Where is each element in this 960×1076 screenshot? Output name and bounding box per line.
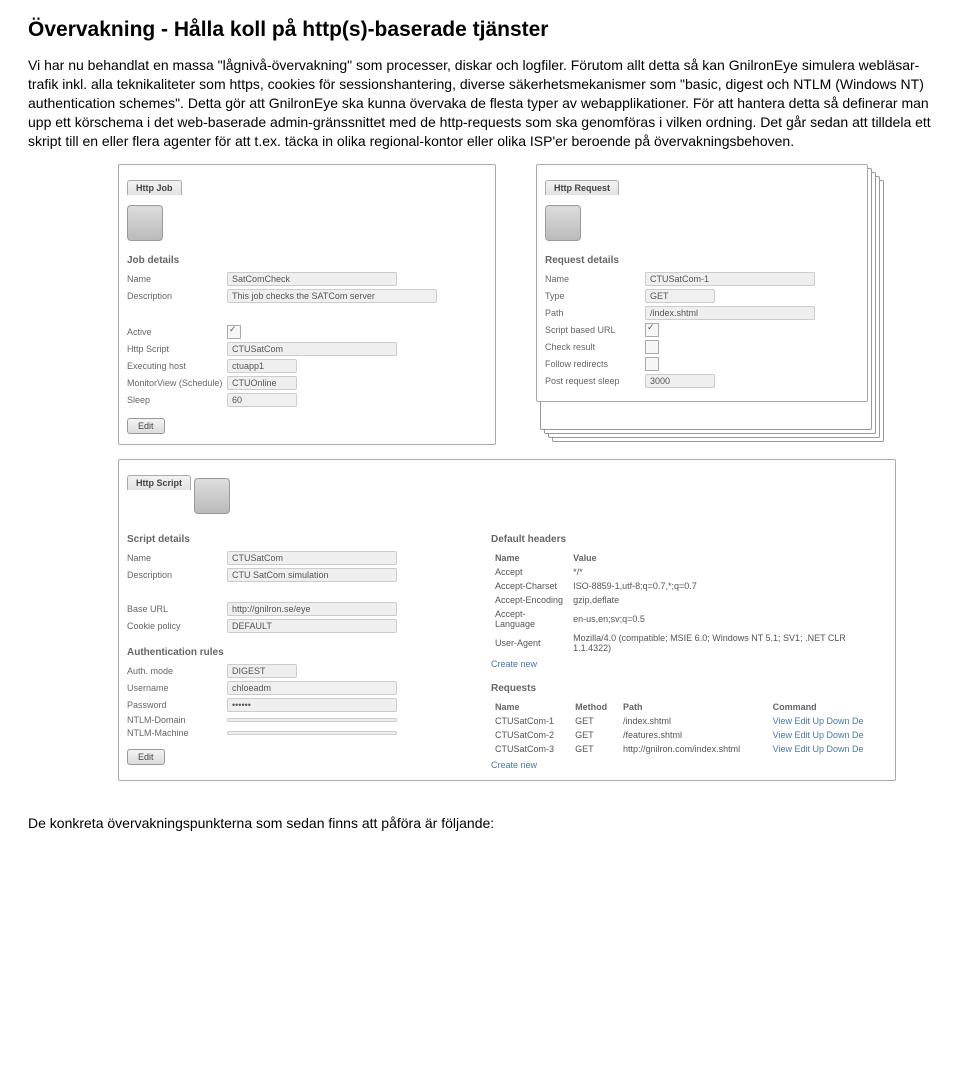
req-path-label: Path — [545, 308, 645, 318]
create-new-link[interactable]: Create new — [491, 659, 537, 669]
req-method-col: Method — [571, 700, 619, 714]
check-result-label: Check result — [545, 342, 645, 352]
password-label: Password — [127, 700, 227, 710]
headers-table: Name Value Accept*/* Accept-CharsetISO-8… — [491, 551, 887, 655]
ntlm-domain-input[interactable] — [227, 718, 397, 722]
req-command-col: Command — [769, 700, 887, 714]
tab-http-job[interactable]: Http Job — [127, 180, 182, 195]
monitorview-select[interactable]: CTUOnline — [227, 376, 297, 390]
tab-http-script[interactable]: Http Script — [127, 475, 191, 490]
script-url-label: Script based URL — [545, 325, 645, 335]
ntlm-domain-label: NTLM-Domain — [127, 715, 227, 725]
base-url-input[interactable]: http://gnilron.se/eye — [227, 602, 397, 616]
post-sleep-input[interactable]: 3000 — [645, 374, 715, 388]
default-headers-heading: Default headers — [491, 534, 887, 545]
page-title: Övervakning - Hålla koll på http(s)-base… — [28, 18, 932, 42]
table-row: CTUSatCom-1GET/index.shtmlView Edit Up D… — [491, 714, 887, 728]
headers-name-col: Name — [491, 551, 569, 565]
edit-button[interactable]: Edit — [127, 418, 165, 434]
password-input[interactable]: •••••• — [227, 698, 397, 712]
table-row: User-AgentMozilla/4.0 (compatible; MSIE … — [491, 631, 887, 655]
base-url-label: Base URL — [127, 604, 227, 614]
http-script-label: Http Script — [127, 344, 227, 354]
description-label: Description — [127, 291, 227, 301]
script-details-heading: Script details — [127, 534, 457, 545]
job-description-input[interactable]: This job checks the SATCom server — [227, 289, 437, 303]
job-icon — [127, 205, 163, 241]
monitorview-label: MonitorView (Schedule) — [127, 378, 227, 388]
request-details-heading: Request details — [545, 255, 859, 266]
http-request-stack: Http Request Request details NameCTUSatC… — [536, 164, 886, 444]
check-result-checkbox[interactable] — [645, 340, 659, 354]
follow-redirects-checkbox[interactable] — [645, 357, 659, 371]
req-name-input[interactable]: CTUSatCom-1 — [645, 272, 815, 286]
cookie-policy-select[interactable]: DEFAULT — [227, 619, 397, 633]
req-name-label: Name — [545, 274, 645, 284]
executing-host-label: Executing host — [127, 361, 227, 371]
footer-paragraph: De konkreta övervakningspunkterna som se… — [28, 815, 932, 831]
http-script-panel: Http Script Script details NameCTUSatCom… — [118, 459, 896, 781]
headers-value-col: Value — [569, 551, 887, 565]
active-checkbox[interactable] — [227, 325, 241, 339]
username-input[interactable]: chloeadm — [227, 681, 397, 695]
http-job-panel: Http Job Job details NameSatComCheck Des… — [118, 164, 496, 445]
table-row: CTUSatCom-3GEThttp://gnilron.com/index.s… — [491, 742, 887, 756]
requests-heading: Requests — [491, 683, 887, 694]
script-name-label: Name — [127, 553, 227, 563]
name-label: Name — [127, 274, 227, 284]
create-new-link[interactable]: Create new — [491, 760, 537, 770]
script-description-input[interactable]: CTU SatCom simulation — [227, 568, 397, 582]
req-path-col: Path — [619, 700, 769, 714]
edit-button[interactable]: Edit — [127, 749, 165, 765]
intro-paragraph: Vi har nu behandlat en massa "lågnivå-öv… — [28, 56, 932, 150]
auth-mode-label: Auth. mode — [127, 666, 227, 676]
job-name-input[interactable]: SatComCheck — [227, 272, 397, 286]
screenshots-container: Http Job Job details NameSatComCheck Des… — [118, 164, 898, 781]
table-row: CTUSatCom-2GET/features.shtmlView Edit U… — [491, 728, 887, 742]
tab-http-request[interactable]: Http Request — [545, 180, 619, 195]
http-script-select[interactable]: CTUSatCom — [227, 342, 397, 356]
follow-redirects-label: Follow redirects — [545, 359, 645, 369]
active-label: Active — [127, 327, 227, 337]
username-label: Username — [127, 683, 227, 693]
ntlm-machine-label: NTLM-Machine — [127, 728, 227, 738]
script-name-input[interactable]: CTUSatCom — [227, 551, 397, 565]
script-url-checkbox[interactable] — [645, 323, 659, 337]
table-row: Accept-Encodinggzip,deflate — [491, 593, 887, 607]
job-details-heading: Job details — [127, 255, 487, 266]
sleep-label: Sleep — [127, 395, 227, 405]
ntlm-machine-input[interactable] — [227, 731, 397, 735]
table-row: Accept-CharsetISO-8859-1,utf-8;q=0.7,*;q… — [491, 579, 887, 593]
script-description-label: Description — [127, 570, 227, 580]
table-row: Accept*/* — [491, 565, 887, 579]
table-row: Accept-Languageen-us,en;sv;q=0.5 — [491, 607, 887, 631]
sleep-input[interactable]: 60 — [227, 393, 297, 407]
request-icon — [545, 205, 581, 241]
requests-table: Name Method Path Command CTUSatCom-1GET/… — [491, 700, 887, 756]
post-sleep-label: Post request sleep — [545, 376, 645, 386]
req-type-label: Type — [545, 291, 645, 301]
req-type-select[interactable]: GET — [645, 289, 715, 303]
executing-host-select[interactable]: ctuapp1 — [227, 359, 297, 373]
auth-mode-select[interactable]: DIGEST — [227, 664, 297, 678]
req-path-input[interactable]: /index.shtml — [645, 306, 815, 320]
req-name-col: Name — [491, 700, 571, 714]
cookie-policy-label: Cookie policy — [127, 621, 227, 631]
auth-rules-heading: Authentication rules — [127, 647, 457, 658]
script-icon — [194, 478, 230, 514]
http-request-panel: Http Request Request details NameCTUSatC… — [536, 164, 868, 402]
